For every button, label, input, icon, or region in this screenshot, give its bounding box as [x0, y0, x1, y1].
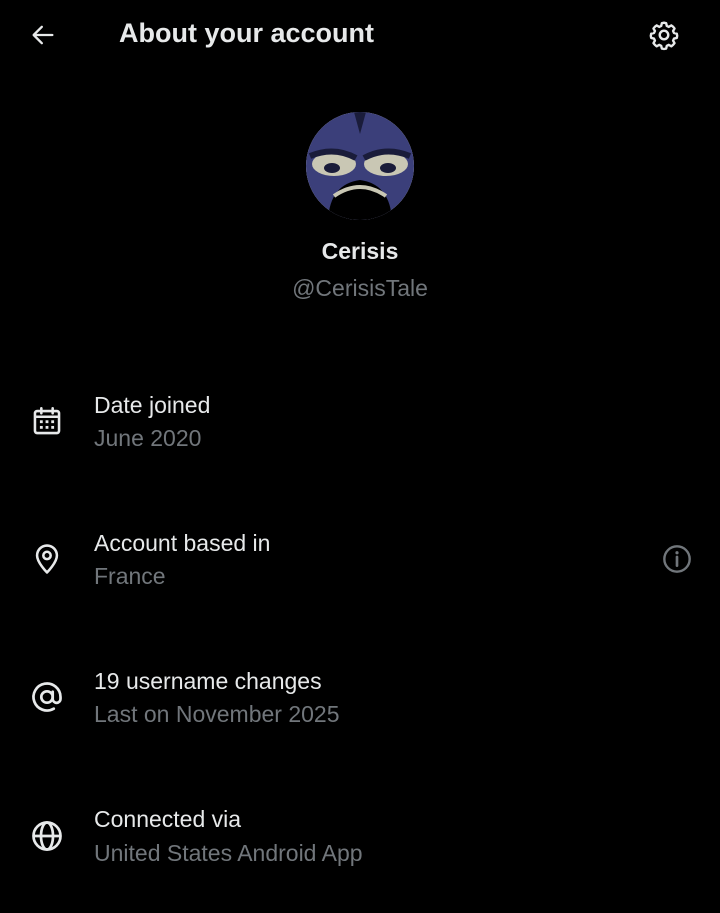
connected-via-row: Connected via United States Android App [0, 802, 720, 872]
back-button[interactable] [22, 14, 64, 56]
avatar-image [306, 112, 414, 220]
arrow-left-icon [32, 25, 54, 45]
connected-via-value: United States Android App [94, 840, 363, 866]
display-name: Cerisis [321, 238, 399, 264]
location-pin-icon [27, 539, 67, 579]
account-based-in-label: Account based in [94, 530, 271, 556]
username-changes-label: 19 username changes [94, 668, 322, 694]
username-handle: @CerisisTale [292, 275, 428, 301]
date-joined-value: June 2020 [94, 425, 202, 451]
calendar-icon [27, 401, 67, 441]
username-changes-row: 19 username changes Last on November 202… [0, 664, 720, 734]
info-icon [663, 545, 691, 573]
at-sign-icon [27, 677, 67, 717]
globe-icon [27, 816, 67, 856]
date-joined-row: Date joined June 2020 [0, 388, 720, 458]
page-title: About your account [119, 18, 374, 48]
profile-header: Cerisis @CerisisTale [0, 112, 720, 302]
username-changes-value: Last on November 2025 [94, 701, 340, 727]
top-bar: About your account [0, 0, 720, 70]
gear-icon [649, 21, 679, 51]
account-based-in-row: Account based in France [0, 526, 720, 596]
settings-button[interactable] [642, 13, 686, 57]
connected-via-label: Connected via [94, 806, 242, 832]
date-joined-label: Date joined [94, 392, 211, 418]
location-info-button[interactable] [658, 540, 696, 578]
avatar[interactable] [306, 112, 414, 220]
account-based-in-value: France [94, 563, 166, 589]
